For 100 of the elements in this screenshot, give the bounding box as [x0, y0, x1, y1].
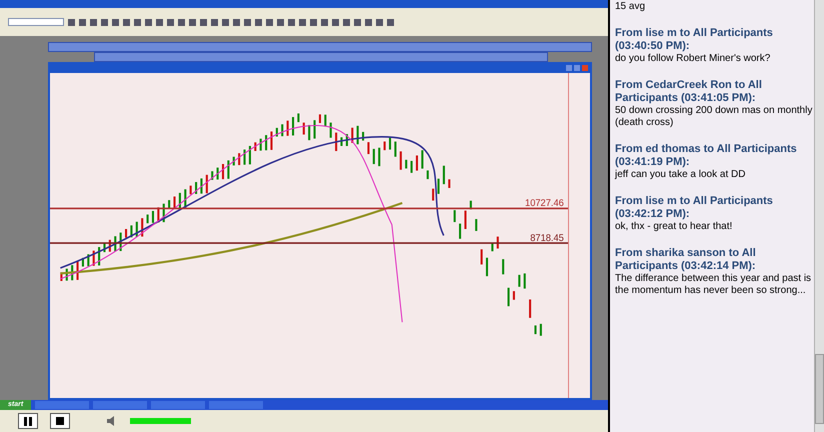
symbol-field[interactable] [8, 18, 64, 26]
candlestick [405, 160, 408, 168]
candlestick [367, 142, 370, 154]
chat-message-header: From lise m to All Participants (03:42:12 PM): [615, 195, 774, 221]
candlestick [184, 189, 186, 208]
candlestick [125, 229, 128, 238]
candlestick [286, 120, 289, 136]
candlestick [254, 142, 256, 151]
candlestick [162, 204, 165, 222]
candlestick [195, 182, 198, 194]
candlestick [486, 258, 488, 276]
candlestick [346, 134, 348, 146]
candlestick [98, 247, 100, 266]
candlestick [470, 200, 472, 210]
candlestick [384, 142, 386, 150]
candlestick [302, 122, 305, 135]
candlestick [534, 325, 536, 334]
candlestick [157, 207, 160, 222]
candlestick [324, 114, 326, 127]
price-level-label: 10727.46 [525, 198, 564, 210]
candlestick [168, 200, 170, 209]
candlestick [480, 249, 483, 264]
chat-message-text: 15 avg [615, 1, 646, 13]
candlestick [491, 242, 494, 252]
chat-message-header: From sharika sanson to All Participants (03:42:14 PM): [615, 247, 757, 273]
candlestick [426, 170, 429, 180]
candlestick [297, 113, 300, 122]
candlestick [108, 240, 111, 252]
candlestick [248, 146, 251, 164]
candlestick [222, 164, 224, 180]
candlestick [314, 120, 316, 139]
candlestick [206, 174, 208, 194]
candlestick [508, 288, 510, 306]
candlestick [540, 324, 542, 336]
candlestick [92, 250, 95, 266]
candlestick [71, 265, 74, 280]
candlestick [292, 117, 294, 136]
scroll-thumb[interactable] [815, 354, 824, 424]
candlestick [496, 236, 499, 249]
candlestick [416, 155, 418, 171]
candlestick [265, 135, 268, 150]
candlestick [60, 272, 62, 281]
candlestick [136, 222, 138, 237]
candlestick [356, 126, 359, 144]
candlestick [76, 262, 79, 280]
candlestick [66, 268, 68, 281]
candlestick [308, 125, 310, 140]
candlestick [340, 137, 343, 146]
candlestick [244, 150, 246, 165]
candlestick [281, 124, 284, 136]
candlestick [394, 142, 396, 157]
candlestick [103, 243, 106, 252]
candlestick [475, 219, 478, 231]
candlestick [400, 151, 402, 170]
candlestick [200, 178, 202, 194]
candlestick [442, 166, 445, 184]
candlestick [174, 196, 176, 208]
candlestick [87, 254, 90, 266]
chat-message-header: From CedarCreek Ron to All Participants (03:41:05 PM): [615, 79, 763, 105]
candlestick [388, 138, 392, 150]
stop-button[interactable] [50, 413, 70, 429]
candlestick [502, 259, 504, 274]
chat-message-header: From lise m to All Participants (03:40:50 PM): [615, 27, 774, 53]
candlestick [178, 192, 181, 208]
pause-button[interactable] [18, 413, 38, 429]
candlestick [276, 128, 278, 137]
pause-icon [24, 416, 32, 426]
candlestick [410, 160, 413, 173]
candlestick [146, 214, 149, 224]
candlestick [378, 148, 380, 166]
chat-message-text: do you follow Robert Miner's work? [615, 53, 772, 65]
chat-message-text: 50 down crossing 200 down mas on monthly (death cross) [615, 105, 814, 129]
price-level-label: 8718.45 [530, 232, 564, 244]
candlestick [464, 210, 466, 230]
candlestick [318, 114, 322, 124]
candlestick [227, 160, 230, 179]
candlestick [432, 188, 434, 201]
candlestick [216, 168, 219, 180]
candlestick [351, 128, 354, 143]
candlestick [120, 232, 122, 252]
candlestick [82, 258, 84, 267]
candlestick [372, 148, 375, 164]
candlestick [152, 210, 154, 223]
candlestick [232, 156, 235, 166]
candlestick [211, 171, 214, 180]
candlestick [459, 224, 462, 239]
candlestick [141, 218, 144, 237]
candlestick [437, 178, 440, 194]
candlestick [190, 186, 192, 194]
candlestick [270, 132, 273, 150]
candlestick [260, 138, 262, 151]
candlestick [330, 122, 332, 138]
candlestick [512, 291, 515, 300]
candlestick [529, 299, 532, 318]
candlestick [362, 132, 364, 141]
candlestick [518, 274, 520, 287]
candlestick [114, 236, 116, 252]
candlestick [335, 132, 338, 152]
chat-message-text: ok, thx - great to hear that! [615, 221, 734, 233]
chat-message-text: jeff can you take a look at DD [615, 169, 746, 181]
